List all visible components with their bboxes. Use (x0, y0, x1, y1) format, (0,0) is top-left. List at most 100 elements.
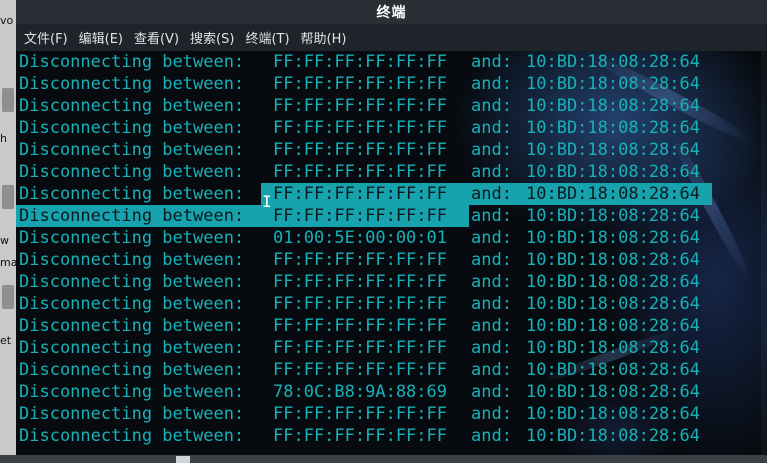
line-conjunction: and: (471, 162, 512, 182)
terminal-line: Disconnecting between: FF:FF:FF:FF:FF:FF a… (16, 315, 767, 337)
source-mac: FF:FF:FF:FF:FF:FF (273, 360, 447, 380)
source-mac: FF:FF:FF:FF:FF:FF (273, 162, 447, 182)
target-mac: 10:BD:18:08:28:64 (526, 272, 700, 292)
target-mac: 10:BD:18:08:28:64 (526, 382, 700, 402)
source-mac: FF:FF:FF:FF:FF:FF (273, 118, 447, 138)
line-prefix: Disconnecting between: (19, 426, 245, 446)
line-conjunction: and: (471, 52, 512, 72)
line-conjunction: and: (471, 272, 512, 292)
terminal-output: Disconnecting between: FF:FF:FF:FF:FF:FF a… (16, 51, 767, 447)
terminal-line: Disconnecting between: FF:FF:FF:FF:FF:FF a… (16, 249, 767, 271)
target-mac: 10:BD:18:08:28:64 (526, 96, 700, 116)
terminal-line: Disconnecting between: 78:0C:B8:9A:88:69 a… (16, 381, 767, 403)
menu-file[interactable]: 文件(F) (24, 28, 68, 47)
line-conjunction: and: (471, 140, 512, 160)
source-mac: FF:FF:FF:FF:FF:FF (273, 74, 447, 94)
taskbar (0, 455, 767, 463)
terminal-line: Disconnecting between: FF:FF:FF:FF:FF:FF a… (16, 95, 767, 117)
line-conjunction: and: (471, 96, 512, 116)
source-mac: FF:FF:FF:FF:FF:FF (273, 206, 447, 226)
desktop-fragment: h (0, 132, 7, 145)
terminal-line: Disconnecting between: FF:FF:FF:FF:FF:FF a… (16, 425, 767, 447)
terminal-line: Disconnecting between: FF:FF:FF:FF:FF:FF a… (16, 205, 767, 227)
target-mac: 10:BD:18:08:28:64 (526, 140, 700, 160)
source-mac: FF:FF:FF:FF:FF:FF (273, 96, 447, 116)
line-conjunction: and: (471, 228, 512, 248)
menu-terminal[interactable]: 终端(T) (245, 28, 289, 47)
menu-edit[interactable]: 编辑(E) (79, 28, 123, 47)
target-mac: 10:BD:18:08:28:64 (526, 426, 700, 446)
menu-search[interactable]: 搜索(S) (190, 28, 234, 47)
line-prefix: Disconnecting between: (19, 74, 245, 94)
terminal-line: Disconnecting between: 01:00:5E:00:00:01 a… (16, 227, 767, 249)
line-conjunction: and: (471, 206, 512, 226)
line-prefix: Disconnecting between: (19, 404, 245, 424)
target-mac: 10:BD:18:08:28:64 (526, 52, 700, 72)
target-mac: 10:BD:18:08:28:64 (526, 228, 700, 248)
target-mac: 10:BD:18:08:28:64 (526, 250, 700, 270)
line-prefix: Disconnecting between: (19, 162, 245, 182)
menu-view[interactable]: 查看(V) (134, 28, 179, 47)
line-prefix: Disconnecting between: (19, 294, 245, 314)
line-prefix: Disconnecting between: (19, 316, 245, 336)
source-mac: FF:FF:FF:FF:FF:FF (273, 426, 447, 446)
line-conjunction: and: (471, 294, 512, 314)
text-cursor-icon: I (262, 192, 272, 211)
line-prefix: Disconnecting between: (19, 140, 245, 160)
terminal-scrollbar[interactable] (761, 51, 767, 463)
desktop-icon[interactable] (2, 285, 14, 309)
source-mac: 01:00:5E:00:00:01 (273, 228, 447, 248)
source-mac: FF:FF:FF:FF:FF:FF (273, 140, 447, 160)
menu-help[interactable]: 帮助(H) (301, 28, 347, 47)
target-mac: 10:BD:18:08:28:64 (526, 404, 700, 424)
terminal-line: Disconnecting between: FF:FF:FF:FF:FF:FF a… (16, 51, 767, 73)
line-prefix: Disconnecting between: (19, 272, 245, 292)
terminal-line: Disconnecting between: FF:FF:FF:FF:FF:FF a… (16, 117, 767, 139)
line-prefix: Disconnecting between: (19, 118, 245, 138)
terminal-line: Disconnecting between: FF:FF:FF:FF:FF:FF a… (16, 271, 767, 293)
target-mac: 10:BD:18:08:28:64 (526, 316, 700, 336)
terminal-line: Disconnecting between: FF:FF:FF:FF:FF:FF a… (16, 403, 767, 425)
target-mac: 10:BD:18:08:28:64 (526, 118, 700, 138)
desktop-fragment: et (0, 334, 12, 347)
line-prefix: Disconnecting between: (19, 382, 245, 402)
terminal-line: Disconnecting between: FF:FF:FF:FF:FF:FF a… (16, 161, 767, 183)
terminal-line: Disconnecting between: FF:FF:FF:FF:FF:FF a… (16, 337, 767, 359)
line-prefix: Disconnecting between: (19, 206, 245, 226)
line-prefix: Disconnecting between: (19, 338, 245, 358)
source-mac: FF:FF:FF:FF:FF:FF (273, 272, 447, 292)
desktop-fragment: vo (0, 14, 14, 27)
target-mac: 10:BD:18:08:28:64 (526, 206, 700, 226)
source-mac: FF:FF:FF:FF:FF:FF (273, 294, 447, 314)
line-prefix: Disconnecting between: (19, 228, 245, 248)
line-conjunction: and: (471, 250, 512, 270)
line-conjunction: and: (471, 382, 512, 402)
menu-bar: 文件(F) 编辑(E) 查看(V) 搜索(S) 终端(T) 帮助(H) (16, 24, 767, 51)
source-mac: FF:FF:FF:FF:FF:FF (273, 184, 447, 204)
target-mac: 10:BD:18:08:28:64 (526, 74, 700, 94)
line-conjunction: and: (471, 316, 512, 336)
target-mac: 10:BD:18:08:28:64 (526, 360, 700, 380)
source-mac: FF:FF:FF:FF:FF:FF (273, 52, 447, 72)
line-conjunction: and: (471, 184, 512, 204)
window-title: 终端 (376, 5, 407, 21)
line-conjunction: and: (471, 338, 512, 358)
desktop-fragment: w (0, 234, 9, 247)
desktop-icon[interactable] (2, 185, 14, 209)
desktop-icon[interactable] (2, 88, 14, 112)
terminal-line: Disconnecting between: FF:FF:FF:FF:FF:FF a… (16, 139, 767, 161)
terminal-area[interactable]: Disconnecting between: FF:FF:FF:FF:FF:FF a… (16, 51, 767, 463)
target-mac: 10:BD:18:08:28:64 (526, 294, 700, 314)
source-mac: FF:FF:FF:FF:FF:FF (273, 404, 447, 424)
target-mac: 10:BD:18:08:28:64 (526, 162, 700, 182)
line-prefix: Disconnecting between: (19, 96, 245, 116)
target-mac: 10:BD:18:08:28:64 (526, 338, 700, 358)
source-mac: FF:FF:FF:FF:FF:FF (273, 250, 447, 270)
line-prefix: Disconnecting between: (19, 52, 245, 72)
taskbar-window-icon[interactable] (176, 456, 190, 463)
window-titlebar[interactable]: 终端 (16, 0, 767, 24)
source-mac: FF:FF:FF:FF:FF:FF (273, 316, 447, 336)
line-conjunction: and: (471, 426, 512, 446)
terminal-line: Disconnecting between: FF:FF:FF:FF:FF:FF a… (16, 73, 767, 95)
terminal-line: Disconnecting between: FF:FF:FF:FF:FF:FF a… (16, 183, 767, 205)
